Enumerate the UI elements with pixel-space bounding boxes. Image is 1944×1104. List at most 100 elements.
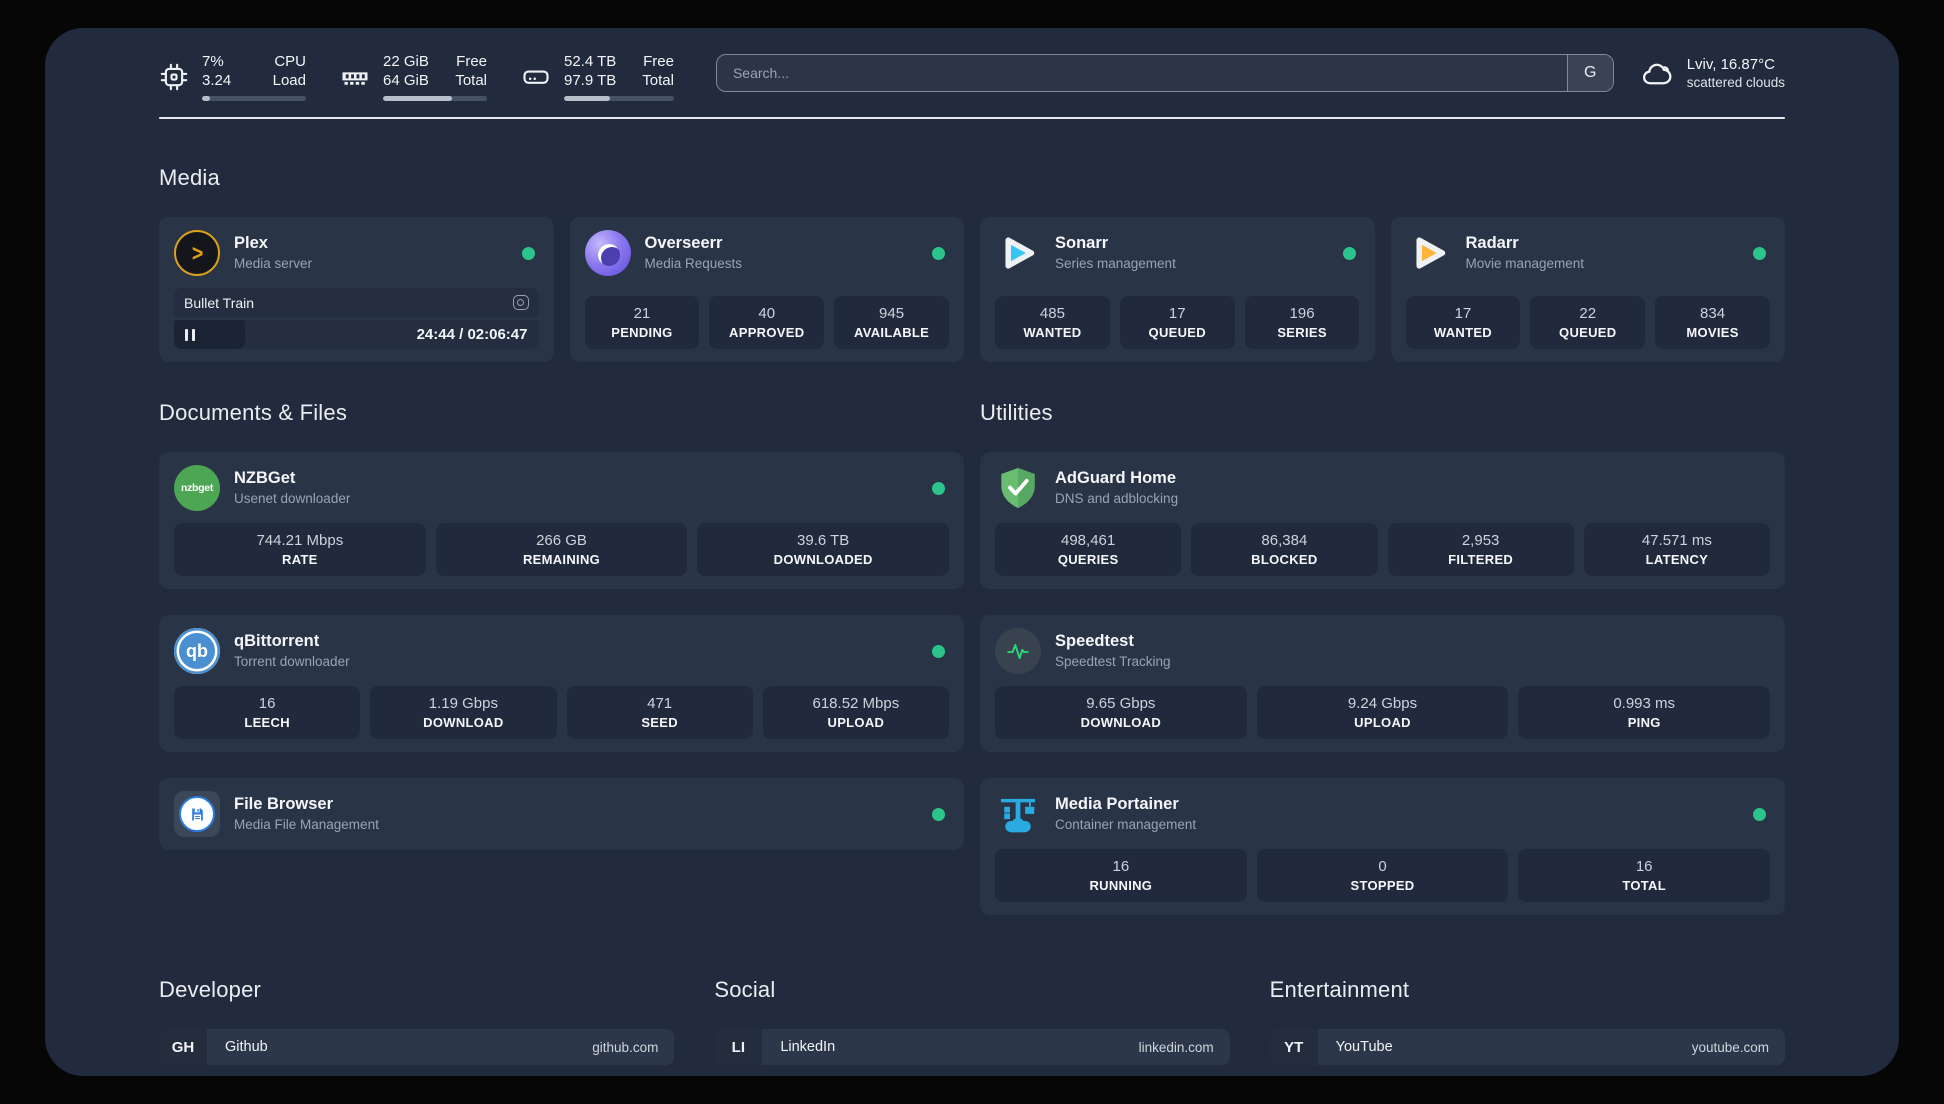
app-card-adguard[interactable]: AdGuard Home DNS and adblocking 498,461 Q…	[980, 452, 1785, 589]
disk-free-value: 52.4 TB	[564, 53, 617, 70]
link-abbr: YT	[1269, 1029, 1318, 1065]
status-dot	[1753, 246, 1766, 260]
adguard-icon	[995, 465, 1041, 511]
cpu-load-value: 3.24	[202, 72, 232, 89]
app-name: Speedtest	[1055, 632, 1134, 650]
section-title-utilities: Utilities	[980, 400, 1053, 425]
overseerr-icon	[584, 230, 631, 276]
app-subtitle: Usenet downloader	[234, 491, 351, 506]
app-subtitle: Series management	[1055, 256, 1176, 271]
app-card-sonarr[interactable]: Sonarr Series management 485 WANTED 17 QUE…	[980, 217, 1375, 362]
app-card-radarr[interactable]: Radarr Movie management 17 WANTED 22 QUEUE…	[1390, 217, 1785, 362]
status-dot	[521, 246, 535, 260]
speedtest-icon	[995, 628, 1041, 674]
memory-total-value: 64 GiB	[383, 72, 429, 89]
weather-widget: Lviv, 16.87°C scattered clouds	[1640, 55, 1785, 92]
now-playing-title: Bullet Train	[184, 294, 255, 311]
memory-total-label: Total	[455, 72, 487, 89]
section-title-developer: Developer	[159, 977, 262, 1002]
app-name: Radarr	[1465, 234, 1519, 252]
status-dot	[1342, 246, 1356, 260]
weather-condition: scattered clouds	[1686, 75, 1785, 90]
memory-free-label: Free	[456, 53, 487, 70]
stat-tile: 40 APPROVED	[709, 296, 825, 349]
weather-location-temp: Lviv, 16.87°C	[1686, 56, 1775, 73]
link-name: LinkedIn	[780, 1039, 836, 1055]
plex-now-playing: Bullet Train 24:44 / 02:06:47	[174, 288, 539, 349]
dashboard-panel: 7% CPU 3.24 Load 22 GiB Free 64 GiB Total	[45, 28, 1899, 1076]
playback-progress-bar: 24:44 / 02:06:47	[174, 320, 539, 349]
stat-tile: 1.19 Gbps DOWNLOAD	[370, 686, 557, 739]
sonarr-icon	[995, 230, 1041, 276]
stat-tile: 86,384 BLOCKED	[1191, 523, 1378, 576]
stat-tile: 0.993 ms PING	[1518, 686, 1771, 739]
link-section-entertainment: Entertainment YT YouTubeyoutube.com NF N…	[1269, 977, 1785, 1076]
stat-tile: 744.21 Mbps RATE	[174, 523, 426, 576]
app-card-overseerr[interactable]: Overseerr Media Requests 21 PENDING 40 APP…	[569, 217, 964, 362]
stat-tile: 16 TOTAL	[1518, 849, 1771, 902]
stat-tile: 471 SEED	[566, 686, 753, 739]
portainer-icon	[995, 791, 1041, 837]
stat-tile: 9.24 Gbps UPLOAD	[1256, 686, 1509, 739]
link-github[interactable]: GH Github github.com	[159, 1029, 675, 1065]
link-youtube[interactable]: YT YouTube youtube.com	[1269, 1029, 1785, 1065]
section-title-documents: Documents & Files	[159, 400, 348, 425]
app-card-speedtest[interactable]: Speedtest Speedtest Tracking 9.65 Gbps DO…	[980, 615, 1785, 752]
memory-icon	[340, 62, 370, 92]
cpu-usage-label: CPU	[274, 53, 306, 70]
qbittorrent-icon: qb	[174, 628, 220, 674]
radarr-icon	[1406, 230, 1452, 276]
section-title-social: Social	[714, 977, 776, 1002]
app-name: AdGuard Home	[1055, 469, 1177, 487]
search-engine-button[interactable]: G	[1566, 54, 1613, 91]
header-divider	[159, 117, 1785, 119]
app-subtitle: Media server	[234, 256, 313, 271]
playback-time: 24:44 / 02:06:47	[416, 326, 528, 343]
app-card-qbittorrent[interactable]: qb qBittorrent Torrent downloader 16 LEEC…	[159, 615, 964, 752]
stat-tile: 834 MOVIES	[1655, 296, 1770, 349]
link-section-social: Social LI LinkedInlinkedin.com TW Twitte…	[714, 977, 1230, 1076]
stat-tile: 17 QUEUED	[1119, 296, 1235, 349]
stat-tile: 485 WANTED	[995, 296, 1110, 349]
search-input[interactable]	[716, 54, 1567, 91]
stat-tile: 17 WANTED	[1405, 296, 1521, 349]
app-name: NZBGet	[234, 469, 296, 487]
link-domain: linkedin.com	[1138, 1039, 1214, 1055]
app-name: File Browser	[234, 795, 334, 813]
status-dot	[1753, 807, 1766, 821]
search-bar: G	[715, 53, 1614, 92]
stat-tile: 47.571 ms LATENCY	[1583, 523, 1770, 576]
stat-tile: 21 PENDING	[584, 296, 700, 349]
app-subtitle: Torrent downloader	[234, 654, 350, 669]
top-bar: 7% CPU 3.24 Load 22 GiB Free 64 GiB Total	[159, 52, 1785, 101]
memory-free-value: 22 GiB	[383, 53, 429, 70]
cpu-usage-value: 7%	[202, 53, 224, 70]
link-abbr: LI	[714, 1029, 763, 1065]
app-card-nzbget[interactable]: nzbget NZBGet Usenet downloader 744.21 M…	[159, 452, 964, 589]
stat-tile: 0 STOPPED	[1256, 849, 1509, 902]
disk-progress-bar	[564, 96, 674, 101]
app-subtitle: Speedtest Tracking	[1055, 654, 1171, 669]
app-subtitle: Movie management	[1465, 256, 1585, 271]
stat-tile: 2,953 FILTERED	[1387, 523, 1574, 576]
app-card-filebrowser[interactable]: File Browser Media File Management	[159, 778, 964, 850]
cpu-icon	[159, 62, 189, 92]
cpu-progress-bar	[202, 96, 306, 101]
app-subtitle: Media Requests	[644, 256, 743, 271]
filebrowser-icon	[174, 791, 220, 837]
disk-stat-widget: 52.4 TB Free 97.9 TB Total	[521, 52, 674, 101]
app-name: Plex	[234, 234, 268, 252]
stat-tile: 498,461 QUERIES	[995, 523, 1182, 576]
app-name: Media Portainer	[1055, 795, 1179, 813]
pause-icon[interactable]	[185, 328, 195, 341]
stat-tile: 22 QUEUED	[1530, 296, 1646, 349]
link-linkedin[interactable]: LI LinkedIn linkedin.com	[714, 1029, 1230, 1065]
app-card-portainer[interactable]: Media Portainer Container management 16 R…	[980, 778, 1785, 915]
link-domain: youtube.com	[1691, 1039, 1769, 1055]
disk-free-label: Free	[643, 53, 674, 70]
link-abbr: GH	[159, 1029, 207, 1065]
disk-total-value: 97.9 TB	[564, 72, 617, 89]
status-dot	[932, 807, 945, 821]
plex-icon: >	[174, 230, 220, 276]
app-card-plex[interactable]: > Plex Media server Bullet Train 24:44 /…	[159, 217, 554, 362]
